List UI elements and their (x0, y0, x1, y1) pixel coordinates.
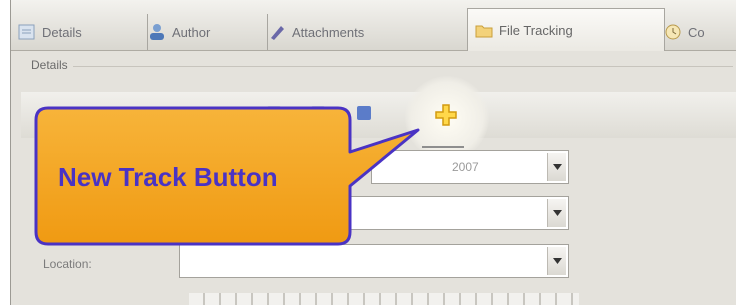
button-underline (422, 146, 464, 148)
callout-label: New Track Button (58, 162, 278, 192)
location-combo-dropdown[interactable] (547, 247, 566, 275)
tab-attachments[interactable]: Attachments (261, 14, 468, 50)
toolbar-icon[interactable] (357, 106, 371, 120)
folder-icon (475, 25, 493, 38)
tab-attachments-label: Attachments (292, 24, 365, 40)
plus-icon (435, 104, 457, 126)
tab-author-label: Author (172, 24, 211, 40)
status-combo[interactable]: (no entries) (179, 196, 569, 230)
tab-file-tracking-label: File Tracking (499, 22, 573, 38)
date-combo-dropdown[interactable] (547, 153, 566, 181)
clock-icon (665, 24, 681, 40)
toolbar-icon[interactable] (311, 106, 325, 120)
location-label: Location: (43, 257, 92, 271)
date-combo-value: 2007 (452, 160, 479, 174)
group-divider (73, 66, 733, 67)
status-combo-dropdown[interactable] (547, 199, 566, 227)
details-group-title: Details (31, 58, 68, 72)
tab-co-label: Co (688, 24, 705, 40)
tab-details-label: Details (42, 24, 82, 40)
document-properties-window: Details Author Attachments File Tracking (10, 0, 736, 305)
tab-strip: Details Author Attachments File Tracking (11, 0, 736, 51)
location-combo[interactable] (179, 244, 569, 278)
tracking-toolbar (21, 92, 736, 138)
document-icon (18, 24, 35, 40)
next-row-field[interactable] (189, 293, 579, 305)
tab-details[interactable]: Details (11, 14, 148, 50)
status-combo-value: (no entries) (190, 206, 251, 220)
chevron-down-icon (552, 210, 562, 216)
paperclip-icon (271, 26, 284, 40)
tab-co[interactable]: Co (657, 14, 736, 50)
tab-author[interactable]: Author (141, 14, 268, 50)
toolbar-icon[interactable] (267, 106, 281, 120)
tab-file-tracking[interactable]: File Tracking (467, 8, 665, 51)
chevron-down-icon (552, 258, 562, 264)
chevron-down-icon (552, 164, 562, 170)
new-track-button[interactable] (423, 92, 469, 138)
person-icon (150, 24, 164, 40)
date-combo[interactable]: 2007 (371, 150, 569, 184)
